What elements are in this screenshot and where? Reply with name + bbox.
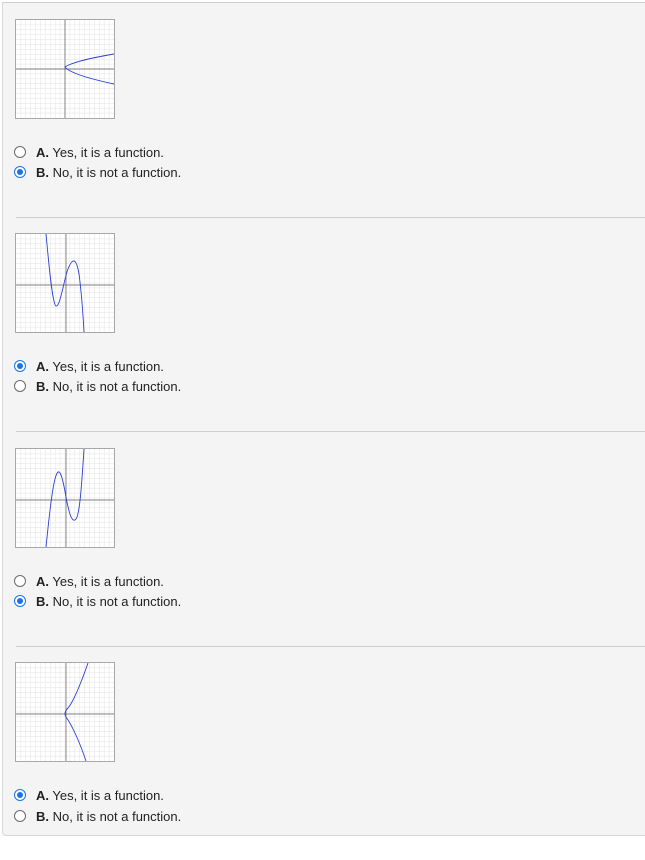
graph-2 [15, 233, 115, 333]
graph-3 [15, 448, 115, 548]
option-b[interactable]: B. No, it is not a function. [14, 592, 181, 610]
cubic-curve-graph [16, 449, 114, 547]
option-a-radio[interactable] [14, 360, 26, 372]
option-b[interactable]: B. No, it is not a function. [14, 377, 181, 395]
option-a[interactable]: A. Yes, it is a function. [14, 786, 164, 804]
option-a-label: A. Yes, it is a function. [36, 787, 164, 803]
option-a-radio[interactable] [14, 146, 26, 158]
sideways-parabola-graph [16, 20, 114, 118]
option-b[interactable]: B. No, it is not a function. [14, 807, 181, 825]
question-3: A. Yes, it is a function. B. No, it is n… [3, 432, 645, 646]
cubic-curve-graph [16, 234, 114, 332]
question-panel: A. Yes, it is a function. B. No, it is n… [2, 2, 645, 836]
graph-grid [16, 449, 114, 547]
option-a[interactable]: A. Yes, it is a function. [14, 357, 164, 375]
option-b-radio[interactable] [14, 166, 26, 178]
option-a-radio[interactable] [14, 575, 26, 587]
option-b-label: B. No, it is not a function. [36, 378, 182, 394]
question-2: A. Yes, it is a function. B. No, it is n… [3, 217, 645, 431]
option-b-label: B. No, it is not a function. [36, 808, 182, 824]
option-b[interactable]: B. No, it is not a function. [14, 163, 181, 181]
option-b-label: B. No, it is not a function. [36, 164, 182, 180]
option-a-radio[interactable] [14, 789, 26, 801]
question-4: A. Yes, it is a function. B. No, it is n… [3, 646, 645, 860]
option-b-radio[interactable] [14, 595, 26, 607]
option-b-radio[interactable] [14, 810, 26, 822]
question-1: A. Yes, it is a function. B. No, it is n… [3, 3, 645, 217]
graph-grid [16, 234, 114, 332]
option-b-label: B. No, it is not a function. [36, 593, 182, 609]
option-a[interactable]: A. Yes, it is a function. [14, 572, 164, 590]
cubic-curve-graph [16, 663, 114, 761]
option-b-radio[interactable] [14, 380, 26, 392]
graph-1 [15, 19, 115, 119]
option-a-label: A. Yes, it is a function. [36, 144, 164, 160]
option-a[interactable]: A. Yes, it is a function. [14, 143, 164, 161]
option-a-label: A. Yes, it is a function. [36, 358, 164, 374]
graph-4 [15, 662, 115, 762]
option-a-label: A. Yes, it is a function. [36, 573, 164, 589]
